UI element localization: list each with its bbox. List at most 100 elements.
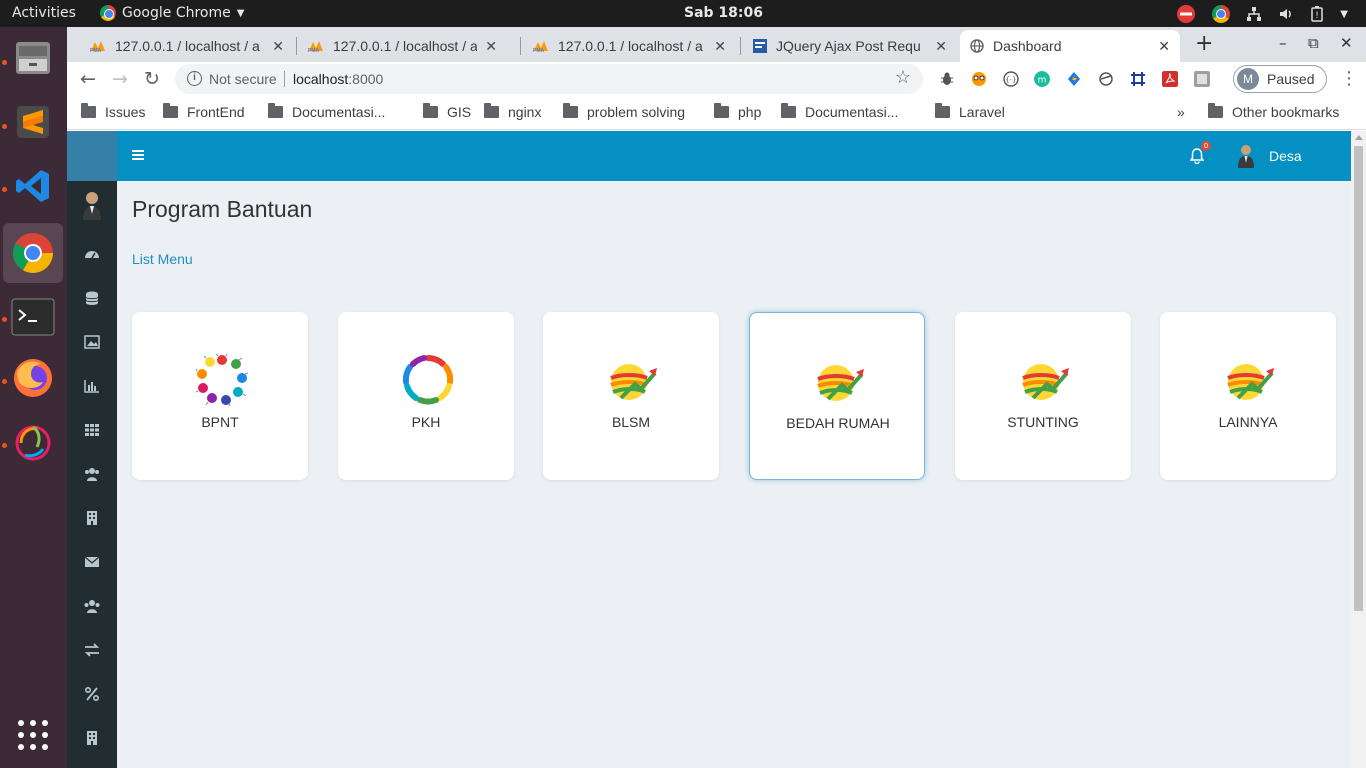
address-bar[interactable]: i Not secure localhost:8000 ☆ [175, 64, 923, 94]
envelope-icon[interactable] [84, 555, 100, 569]
bookmark-folder-problem-solving[interactable]: problem solving [563, 103, 685, 120]
users-icon[interactable] [84, 467, 100, 481]
bookmark-label: Laravel [959, 104, 1005, 120]
deepin-app-icon[interactable] [9, 417, 57, 465]
bookmark-folder-documentasi-1[interactable]: Documentasi... [268, 103, 386, 120]
back-button[interactable]: ← [80, 68, 96, 90]
face-extension-icon[interactable] [971, 71, 987, 87]
image-extension-icon[interactable] [1194, 71, 1210, 87]
bug-extension-icon[interactable] [939, 71, 955, 87]
volume-icon[interactable] [1278, 6, 1294, 22]
minimize-button[interactable]: – [1279, 34, 1287, 52]
tab-phpmyadmin-1[interactable]: PMA 127.0.0.1 / localhost / a ✕ [79, 30, 294, 62]
program-card-bpnt[interactable]: BPNT [132, 312, 308, 480]
running-indicator [2, 60, 7, 65]
close-tab-icon[interactable]: ✕ [935, 38, 947, 55]
building-icon[interactable] [84, 511, 100, 525]
bookmark-folder-documentasi-2[interactable]: Documentasi... [781, 103, 898, 120]
page-scrollbar[interactable] [1351, 131, 1366, 768]
scrollbar-thumb[interactable] [1354, 146, 1363, 611]
do-not-disturb-icon[interactable] [1176, 4, 1196, 24]
bookmark-folder-gis[interactable]: GIS [423, 103, 471, 120]
sublime-text-icon[interactable] [9, 98, 57, 146]
list-menu-link[interactable]: List Menu [132, 251, 193, 267]
bookmark-star-icon[interactable]: ☆ [895, 67, 911, 88]
page-viewport: 0 Desa Program Bantuan List Menu BPNT PK… [67, 131, 1366, 768]
close-tab-icon[interactable]: ✕ [272, 38, 284, 55]
bookmark-folder-php[interactable]: php [714, 103, 761, 120]
show-applications-icon[interactable] [9, 711, 57, 759]
image-icon[interactable] [84, 335, 100, 349]
system-clock[interactable]: Sab 18:06 [684, 5, 763, 21]
forward-button[interactable]: → [112, 68, 128, 90]
tab-phpmyadmin-3[interactable]: PMA 127.0.0.1 / localhost / a ✕ [522, 30, 736, 62]
url-port: :8000 [348, 71, 384, 87]
battery-icon[interactable]: ! [1310, 6, 1324, 22]
url-text[interactable]: localhost:8000 [293, 71, 383, 87]
group-icon[interactable] [84, 599, 100, 613]
bookmarks-overflow-button[interactable]: » [1177, 104, 1185, 120]
database-icon[interactable] [84, 291, 100, 305]
program-card-pkh[interactable]: PKH [338, 312, 514, 480]
terminal-icon[interactable] [9, 293, 57, 341]
program-card-blsm[interactable]: BLSM [543, 312, 719, 480]
network-icon[interactable] [1246, 6, 1262, 22]
info-icon[interactable]: i [187, 71, 202, 86]
tab-phpmyadmin-2[interactable]: PMA 127.0.0.1 / localhost / a ✕ [297, 30, 507, 62]
code-extension-icon[interactable]: {·} [1003, 71, 1019, 87]
program-card-lainnya[interactable]: LAINNYA [1160, 312, 1336, 480]
scroll-up-arrow-icon[interactable] [1355, 135, 1363, 140]
hands-circle-logo [196, 354, 248, 406]
close-window-button[interactable]: ✕ [1340, 34, 1353, 52]
bell-icon[interactable] [1190, 148, 1204, 164]
user-menu-name[interactable]: Desa [1269, 148, 1302, 164]
m-extension-icon[interactable]: m [1034, 71, 1050, 87]
user-avatar[interactable] [1237, 144, 1255, 168]
close-tab-icon[interactable]: ✕ [1158, 38, 1170, 55]
program-card-stunting[interactable]: STUNTING [955, 312, 1131, 480]
percent-icon[interactable] [84, 687, 100, 701]
running-indicator [2, 317, 7, 322]
exchange-icon[interactable] [84, 643, 100, 657]
bookmark-label: Documentasi... [292, 104, 386, 120]
system-tray[interactable]: ! ▼ [1176, 4, 1348, 24]
maximize-button[interactable]: ⧉ [1308, 34, 1319, 52]
tab-title: 127.0.0.1 / localhost / a [333, 38, 478, 54]
grid-icon[interactable] [84, 423, 100, 437]
pdf-extension-icon[interactable] [1162, 71, 1178, 87]
sidebar-user-avatar[interactable] [81, 190, 103, 220]
bookmark-folder-frontend[interactable]: FrontEnd [163, 103, 245, 120]
bookmark-folder-issues[interactable]: Issues [81, 103, 145, 120]
firefox-icon[interactable] [9, 354, 57, 402]
chrome-menu-icon[interactable]: ⋮ [1340, 68, 1358, 89]
close-tab-icon[interactable]: ✕ [485, 38, 497, 55]
app-menu[interactable]: Google Chrome ▼ [100, 5, 244, 21]
tab-dashboard[interactable]: Dashboard ✕ [960, 30, 1180, 62]
hamburger-menu-icon[interactable] [132, 150, 144, 160]
profile-button[interactable]: M Paused [1233, 65, 1327, 93]
chrome-tray-icon[interactable] [1212, 5, 1231, 23]
office-icon[interactable] [84, 731, 100, 745]
grid-extension-icon[interactable] [1130, 71, 1146, 87]
refresh-extension-icon[interactable] [1098, 71, 1114, 87]
dashboard-icon[interactable] [84, 247, 100, 261]
reload-button[interactable]: ↻ [144, 68, 160, 90]
file-manager-icon[interactable] [9, 34, 57, 82]
close-tab-icon[interactable]: ✕ [714, 38, 726, 55]
bookmark-folder-laravel[interactable]: Laravel [935, 103, 1005, 120]
bookmark-folder-nginx[interactable]: nginx [484, 103, 541, 120]
activities-button[interactable]: Activities [12, 5, 76, 21]
growth-globe-logo [1022, 364, 1069, 400]
tab-jquery-ajax[interactable]: JQuery Ajax Post Requ ✕ [743, 30, 957, 62]
lightning-extension-icon[interactable] [1066, 71, 1082, 87]
new-tab-button[interactable]: + [1195, 31, 1213, 56]
program-card-bedah-rumah[interactable]: BEDAH RUMAH [749, 312, 925, 480]
chrome-dock-icon[interactable] [3, 223, 63, 283]
running-indicator [2, 379, 7, 384]
svg-text:!: ! [1315, 11, 1319, 21]
other-bookmarks-folder[interactable]: Other bookmarks [1208, 103, 1339, 120]
vscode-icon[interactable] [9, 162, 57, 210]
bar-chart-icon[interactable] [84, 379, 100, 393]
folder-icon [81, 103, 96, 118]
system-menu-chevron-icon[interactable]: ▼ [1340, 9, 1348, 20]
